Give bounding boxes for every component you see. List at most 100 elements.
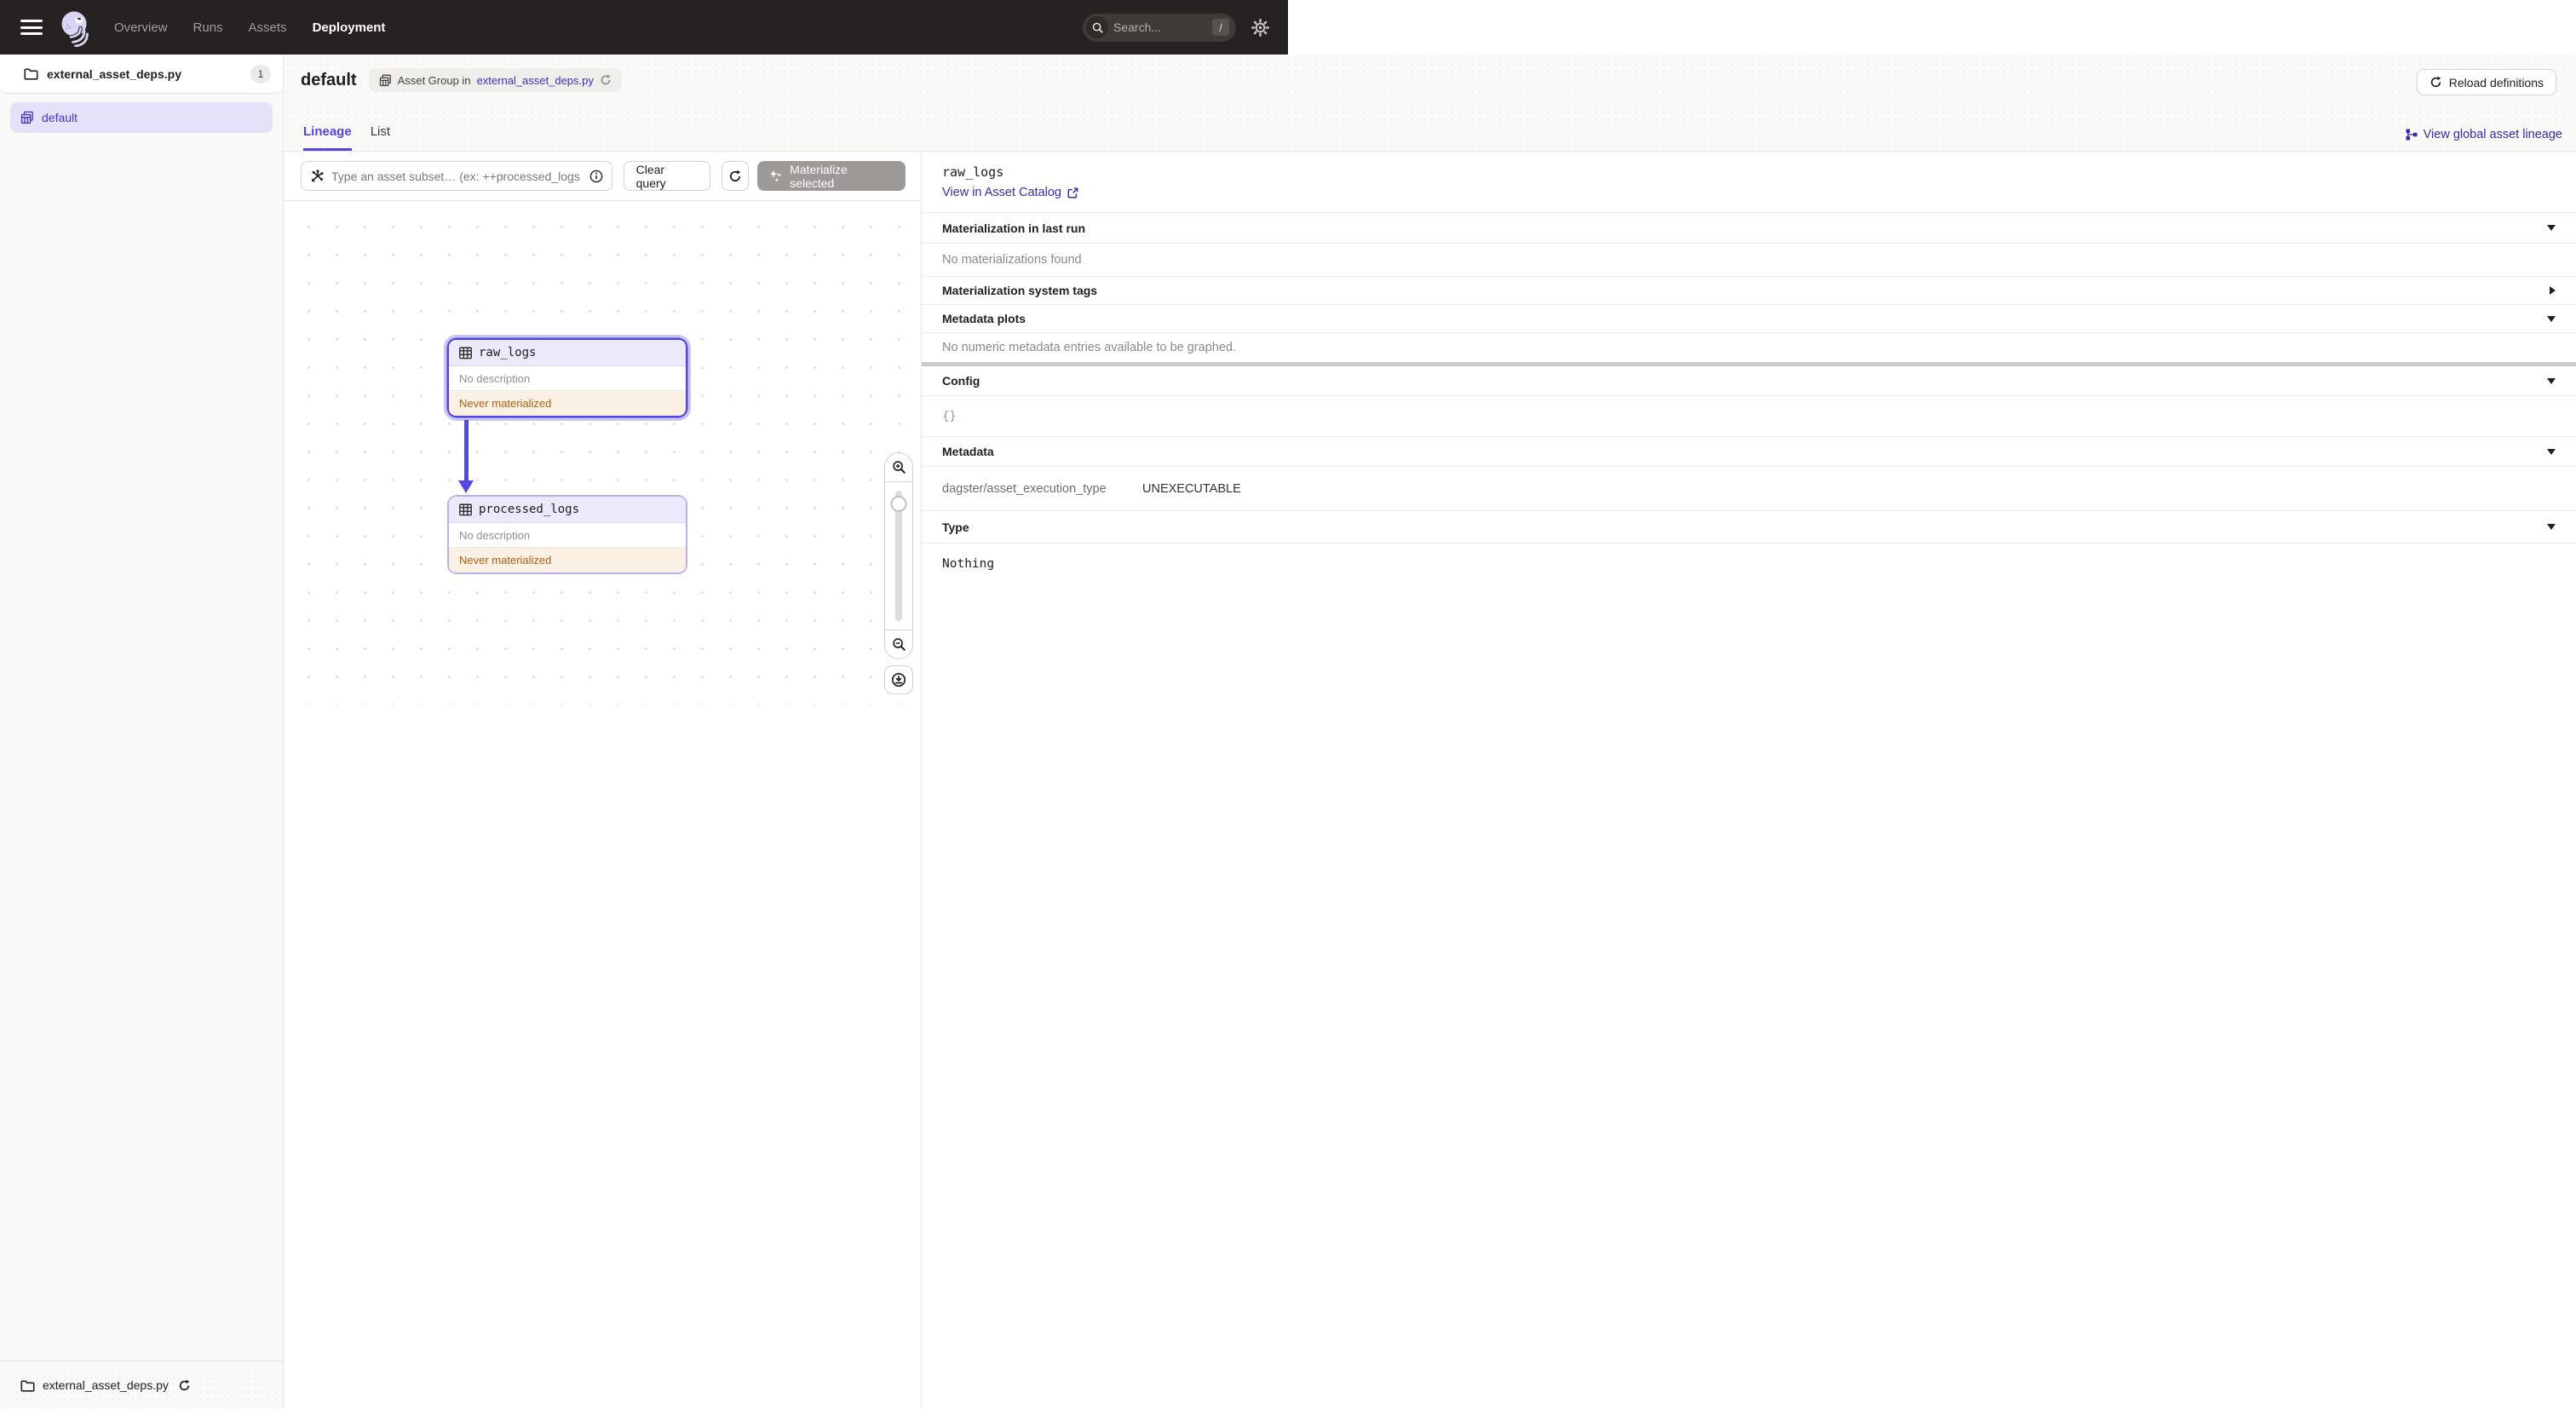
lineage-graph-icon (2406, 129, 2418, 141)
sidebar-item-label: default (42, 111, 78, 124)
nav-assets[interactable]: Assets (249, 20, 287, 35)
section-metadata[interactable]: Metadata (922, 436, 2576, 466)
sidebar-footer: external_asset_deps.py (0, 1360, 283, 1409)
asset-group-icon (379, 74, 391, 86)
code-location-sidebar: external_asset_deps.py 1 default externa… (0, 55, 284, 1409)
search-icon (1086, 16, 1108, 38)
table-icon (459, 347, 472, 359)
reload-group-icon[interactable] (600, 74, 612, 86)
metadata-value: UNEXECUTABLE (1142, 481, 1241, 496)
materialize-selected-label: Materialize selected (790, 162, 848, 190)
metadata-row: dagster/asset_execution_type UNEXECUTABL… (922, 466, 2576, 510)
materialize-selected-button[interactable]: Materialize selected (757, 161, 906, 191)
section-label: Config (942, 374, 980, 388)
sparkle-icon (769, 170, 782, 182)
refresh-graph-button[interactable] (721, 161, 750, 191)
section-label: Metadata plots (942, 312, 1026, 325)
asset-detail-panel: raw_logs View in Asset Catalog Materiali… (921, 152, 2576, 1409)
section-label: Type (942, 520, 969, 534)
section-materialization-system-tags[interactable]: Materialization system tags (922, 276, 2576, 304)
chevron-down-icon (2547, 377, 2556, 384)
zoom-slider[interactable] (885, 482, 912, 630)
top-nav: Overview Runs Assets Deployment / (0, 0, 1288, 55)
node-status-badge: Never materialized (449, 391, 686, 416)
refresh-icon (2430, 76, 2441, 88)
group-pill-link[interactable]: external_asset_deps.py (477, 74, 594, 87)
node-status-badge: Never materialized (449, 548, 686, 572)
graph-toolbar: Clear query Materialize selected (284, 152, 921, 201)
menu-icon[interactable] (20, 20, 43, 35)
asset-lineage-graph[interactable]: raw_logs No description Never materializ… (284, 201, 921, 704)
last-run-empty-state: No materializations found (922, 243, 2576, 276)
table-icon (459, 503, 472, 515)
asset-group-icon (20, 111, 33, 124)
config-value: {} (922, 395, 2576, 436)
sidebar-module-row[interactable]: external_asset_deps.py 1 (0, 55, 283, 94)
search-input[interactable] (1108, 20, 1212, 34)
type-value: Nothing (922, 543, 2576, 1409)
chevron-down-icon (2547, 448, 2556, 455)
zoom-slider-thumb[interactable] (890, 496, 907, 512)
group-pill-text: Asset Group in (397, 73, 471, 87)
lineage-edge (464, 420, 469, 481)
reload-location-icon[interactable] (178, 1379, 191, 1392)
chevron-right-icon (2550, 286, 2556, 295)
nav-runs[interactable]: Runs (193, 20, 223, 35)
node-name: raw_logs (479, 346, 537, 359)
asset-group-pill: Asset Group in external_asset_deps.py (368, 68, 622, 92)
settings-gear-icon[interactable] (1251, 18, 1269, 37)
folder-icon (24, 68, 38, 80)
node-description: No description (449, 366, 686, 391)
page-header: default Asset Group in external_asset_de… (284, 55, 2576, 152)
section-metadata-plots[interactable]: Metadata plots (922, 304, 2576, 332)
chevron-down-icon (2547, 225, 2556, 231)
info-icon[interactable] (589, 170, 603, 183)
zoom-out-button[interactable] (885, 630, 912, 658)
asset-node-processed-logs[interactable]: processed_logs No description Never mate… (449, 497, 686, 572)
reload-definitions-button[interactable]: Reload definitions (2416, 69, 2556, 95)
asset-subset-input[interactable] (331, 169, 583, 183)
tab-lineage[interactable]: Lineage (303, 124, 352, 151)
sidebar-item-default-group[interactable]: default (10, 102, 273, 133)
global-lineage-label: View global asset lineage (2423, 128, 2562, 141)
nav-overview[interactable]: Overview (114, 20, 168, 35)
asset-count-badge: 1 (250, 64, 271, 83)
tab-list[interactable]: List (371, 124, 390, 151)
dagster-logo[interactable] (56, 8, 92, 47)
asset-node-raw-logs[interactable]: raw_logs No description Never materializ… (449, 340, 686, 416)
section-label: Materialization in last run (942, 221, 1086, 235)
nav-deployment[interactable]: Deployment (313, 20, 386, 35)
footer-module-label: external_asset_deps.py (43, 1378, 169, 1392)
folder-icon (20, 1379, 35, 1392)
search-box[interactable]: / (1083, 13, 1236, 42)
lineage-edge-arrowhead (458, 480, 474, 493)
node-description: No description (449, 523, 686, 548)
clear-query-button[interactable]: Clear query (623, 161, 710, 191)
primary-nav: Overview Runs Assets Deployment (114, 20, 385, 35)
page-title: default (301, 70, 357, 89)
chevron-down-icon (2547, 524, 2556, 530)
search-shortcut-badge: / (1212, 19, 1229, 36)
panel-asset-name: raw_logs (942, 164, 1004, 180)
external-link-icon (1067, 187, 1078, 198)
node-name: processed_logs (479, 503, 580, 516)
asset-subset-query[interactable] (301, 161, 612, 191)
refresh-icon (729, 170, 741, 181)
download-graph-button[interactable] (884, 665, 913, 694)
catalog-link-label: View in Asset Catalog (942, 186, 1061, 199)
zoom-in-button[interactable] (885, 453, 912, 482)
section-label: Materialization system tags (942, 284, 1098, 297)
chevron-down-icon (2547, 315, 2556, 322)
section-label: Metadata (942, 445, 994, 458)
section-materialization-last-run[interactable]: Materialization in last run (922, 212, 2576, 243)
reload-definitions-label: Reload definitions (2448, 75, 2544, 89)
view-in-asset-catalog-link[interactable]: View in Asset Catalog (942, 186, 1078, 199)
section-config[interactable]: Config (922, 366, 2576, 395)
metadata-plots-empty-state: No numeric metadata entries available to… (922, 332, 2576, 362)
zoom-controls (884, 452, 913, 659)
view-global-asset-lineage-link[interactable]: View global asset lineage (2406, 128, 2562, 141)
module-label: external_asset_deps.py (47, 66, 181, 81)
section-type[interactable]: Type (922, 510, 2576, 543)
metadata-key: dagster/asset_execution_type (942, 481, 1107, 496)
view-tabs: Lineage List (303, 124, 390, 151)
